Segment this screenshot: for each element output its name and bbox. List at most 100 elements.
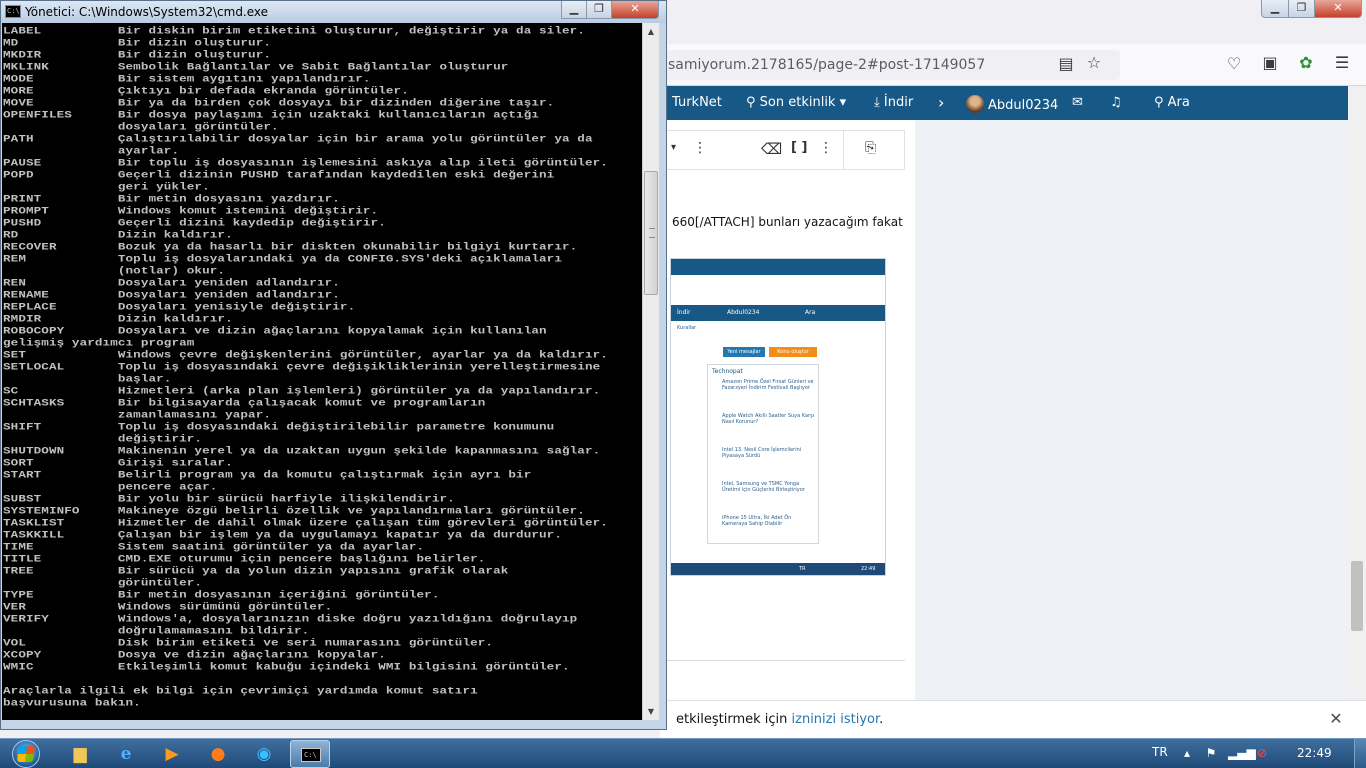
scroll-down-arrow-icon[interactable]: ▼ <box>643 703 659 720</box>
volume-muted-icon[interactable]: ⊘ <box>1254 746 1270 760</box>
container-icon[interactable]: ▣ <box>1258 53 1282 72</box>
extension-icon[interactable]: ✿ <box>1294 53 1318 72</box>
more-options-icon[interactable]: ⋮ <box>693 140 707 156</box>
embedded-create-button: Konu oluştur <box>769 347 817 357</box>
clock[interactable]: 22:49 <box>1297 746 1332 760</box>
network-icon[interactable]: ▂▄▆ <box>1228 746 1256 760</box>
console-line: TITLE CMD.EXE oturumu için pencere başlı… <box>3 553 486 565</box>
console-line: SHUTDOWN Makinenin yerel ya da uzaktan u… <box>3 445 601 457</box>
browser-scroll-thumb[interactable] <box>1351 561 1363 631</box>
nav-download-label: İndir <box>883 95 914 110</box>
preview-icon[interactable]: ⎘ <box>865 140 876 156</box>
cmd-minimize-button[interactable]: ▁ <box>561 1 587 19</box>
url-text: samiyorum.2178165/page-2#post-17149057 <box>668 57 986 73</box>
pocket-icon[interactable]: ♡ <box>1222 54 1246 73</box>
eraser-icon[interactable]: ⌫ <box>761 140 782 158</box>
console-line: PAUSE Bir toplu iş dosyasının işlemesini… <box>3 157 608 169</box>
nav-user[interactable]: Abdul0234 <box>966 95 1058 113</box>
console-line: PATH Çalıştırılabilir dosyalar için bir … <box>3 133 593 145</box>
embedded-item: Intel, Samsung ve TSMC Yonga Üretimi içi… <box>722 481 805 493</box>
console-output[interactable]: LABEL Bir diskin birim etiketini oluştur… <box>2 23 642 720</box>
console-line: MOVE Bir ya da birden çok dosyayı bir di… <box>3 97 555 109</box>
cmd-window: C:\ Yönetici: C:\Windows\System32\cmd.ex… <box>0 0 667 730</box>
nav-turknet[interactable]: TurkNet <box>672 95 722 110</box>
cmd-titlebar[interactable]: C:\ Yönetici: C:\Windows\System32\cmd.ex… <box>1 1 666 23</box>
download-icon: ⤓ <box>874 95 884 110</box>
chevron-down-icon: ▾ <box>839 95 847 110</box>
console-line: SET Windows çevre değişkenlerini görüntü… <box>3 349 608 361</box>
dropdown-arrow-icon[interactable]: ▾ <box>671 142 676 153</box>
embedded-item: Amazon Prime Özel Fırsat Günleri ve Faza… <box>722 379 814 391</box>
cmd-title: Yönetici: C:\Windows\System32\cmd.exe <box>25 5 269 19</box>
console-line: RECOVER Bozuk ya da hasarlı bir diskten … <box>3 241 578 253</box>
show-desktop-button[interactable] <box>1354 739 1366 768</box>
divider <box>660 660 905 661</box>
more-options-icon[interactable]: ⋮ <box>819 140 833 156</box>
browser-close-button[interactable]: ✕ <box>1314 0 1362 18</box>
nav-search[interactable]: ⚲ Ara <box>1154 95 1190 110</box>
embedded-new-button: Yeni mesajlar <box>723 347 765 357</box>
tray-expand-icon[interactable]: ▴ <box>1179 746 1195 760</box>
console-line: TASKLIST Hizmetler de dahil olmak üzere … <box>3 517 608 529</box>
embedded-taskbar: TR 22:49 <box>671 563 885 575</box>
taskbar-ie-button[interactable]: e <box>106 740 146 768</box>
cmd-maximize-button[interactable]: ❐ <box>586 1 612 19</box>
toolbar-divider <box>843 131 844 169</box>
reader-view-icon[interactable]: ▤ <box>1054 54 1078 73</box>
browser-minimize-button[interactable]: ▁ <box>1261 0 1289 18</box>
nav-activity[interactable]: ⚲ Son etkinlik ▾ <box>746 95 846 110</box>
menu-icon[interactable]: ☰ <box>1330 53 1354 72</box>
cmd-scrollbar[interactable]: ▲ ▼ <box>642 23 659 720</box>
console-line: SORT Girişi sıralar. <box>3 457 233 469</box>
bell-icon[interactable]: ♫ <box>1110 95 1122 110</box>
address-bar[interactable]: samiyorum.2178165/page-2#post-17149057 <box>660 50 1120 80</box>
edge-icon: ◉ <box>256 744 272 764</box>
nav-user-label: Abdul0234 <box>988 98 1059 113</box>
consent-link[interactable]: izninizi istiyor <box>792 712 880 727</box>
cmd-close-button[interactable]: ✕ <box>611 1 659 19</box>
console-line: MODE Bir sistem aygıtını yapılandırır. <box>3 73 371 85</box>
avatar <box>966 95 984 113</box>
console-line: RENAME Dosyaları yeniden adlandırır. <box>3 289 340 301</box>
page-content: ▾ ⋮ ⌫ [ ] ⋮ ⎘ 660[/ATTACH] bunları yazac… <box>660 120 1348 700</box>
taskbar-cmd-button[interactable]: C:\ <box>290 740 330 768</box>
embedded-screenshot[interactable]: İndir Abdul0234 Ara Kurallar Yeni mesajl… <box>670 258 886 576</box>
embedded-panel-title: Technopat <box>712 368 743 375</box>
consent-text: etkileştirmek için <box>676 712 792 727</box>
consent-bar: etkileştirmek için izninizi istiyor. ✕ <box>660 700 1366 738</box>
folder-icon: ▆ <box>73 744 87 764</box>
scroll-up-arrow-icon[interactable]: ▲ <box>643 23 659 40</box>
cmd-window-frame <box>1 720 666 729</box>
bbcode-icon[interactable]: [ ] <box>791 140 807 155</box>
console-line: ayarlar. <box>3 145 180 157</box>
close-icon[interactable]: ✕ <box>1326 709 1346 728</box>
taskbar-media-button[interactable]: ▶ <box>152 740 192 768</box>
browser-maximize-button[interactable]: ❐ <box>1288 0 1315 18</box>
chevron-right-icon[interactable]: › <box>938 93 944 112</box>
taskbar-edge-button[interactable]: ◉ <box>244 740 284 768</box>
cmd-icon: C:\ <box>301 748 321 762</box>
cmd-scroll-thumb[interactable] <box>644 171 658 295</box>
console-line: görüntüler. <box>3 577 203 589</box>
embedded-nav-user: Abdul0234 <box>727 309 760 316</box>
console-line: geri yükler. <box>3 181 210 193</box>
language-indicator[interactable]: TR <box>1152 745 1168 759</box>
embedded-nav-search: Ara <box>805 309 816 316</box>
console-line: MORE Çıktıyı bir defada ekranda görüntül… <box>3 85 409 97</box>
nav-download[interactable]: ⤓ İndir <box>874 95 913 110</box>
taskbar-firefox-button[interactable]: ● <box>198 740 238 768</box>
post-text: 660[/ATTACH] bunları yazacağım fakat <box>672 215 903 229</box>
console-line: Araçlarla ilgili ek bilgi için çevrimiçi… <box>3 685 478 697</box>
bookmark-star-icon[interactable]: ☆ <box>1082 53 1106 72</box>
taskbar-explorer-button[interactable]: ▆ <box>60 740 100 768</box>
console-line: PRINT Bir metin dosyasını yazdırır. <box>3 193 340 205</box>
console-line: TIME Sistem saatini görüntüler ya da aya… <box>3 541 425 553</box>
action-center-icon[interactable]: ⚑ <box>1203 746 1219 760</box>
embedded-item: iPhone 15 Ultra, İki Adet Ön Kameraya Sa… <box>722 515 792 527</box>
mail-icon[interactable]: ✉ <box>1072 95 1083 110</box>
browser-scrollbar[interactable] <box>1348 86 1366 700</box>
embedded-item: Intel 13. Nesil Core İşlemcilerini Piyas… <box>722 447 802 459</box>
start-button[interactable] <box>4 739 46 768</box>
console-line: POPD Geçerli dizinin PUSHD tarafından ka… <box>3 169 555 181</box>
